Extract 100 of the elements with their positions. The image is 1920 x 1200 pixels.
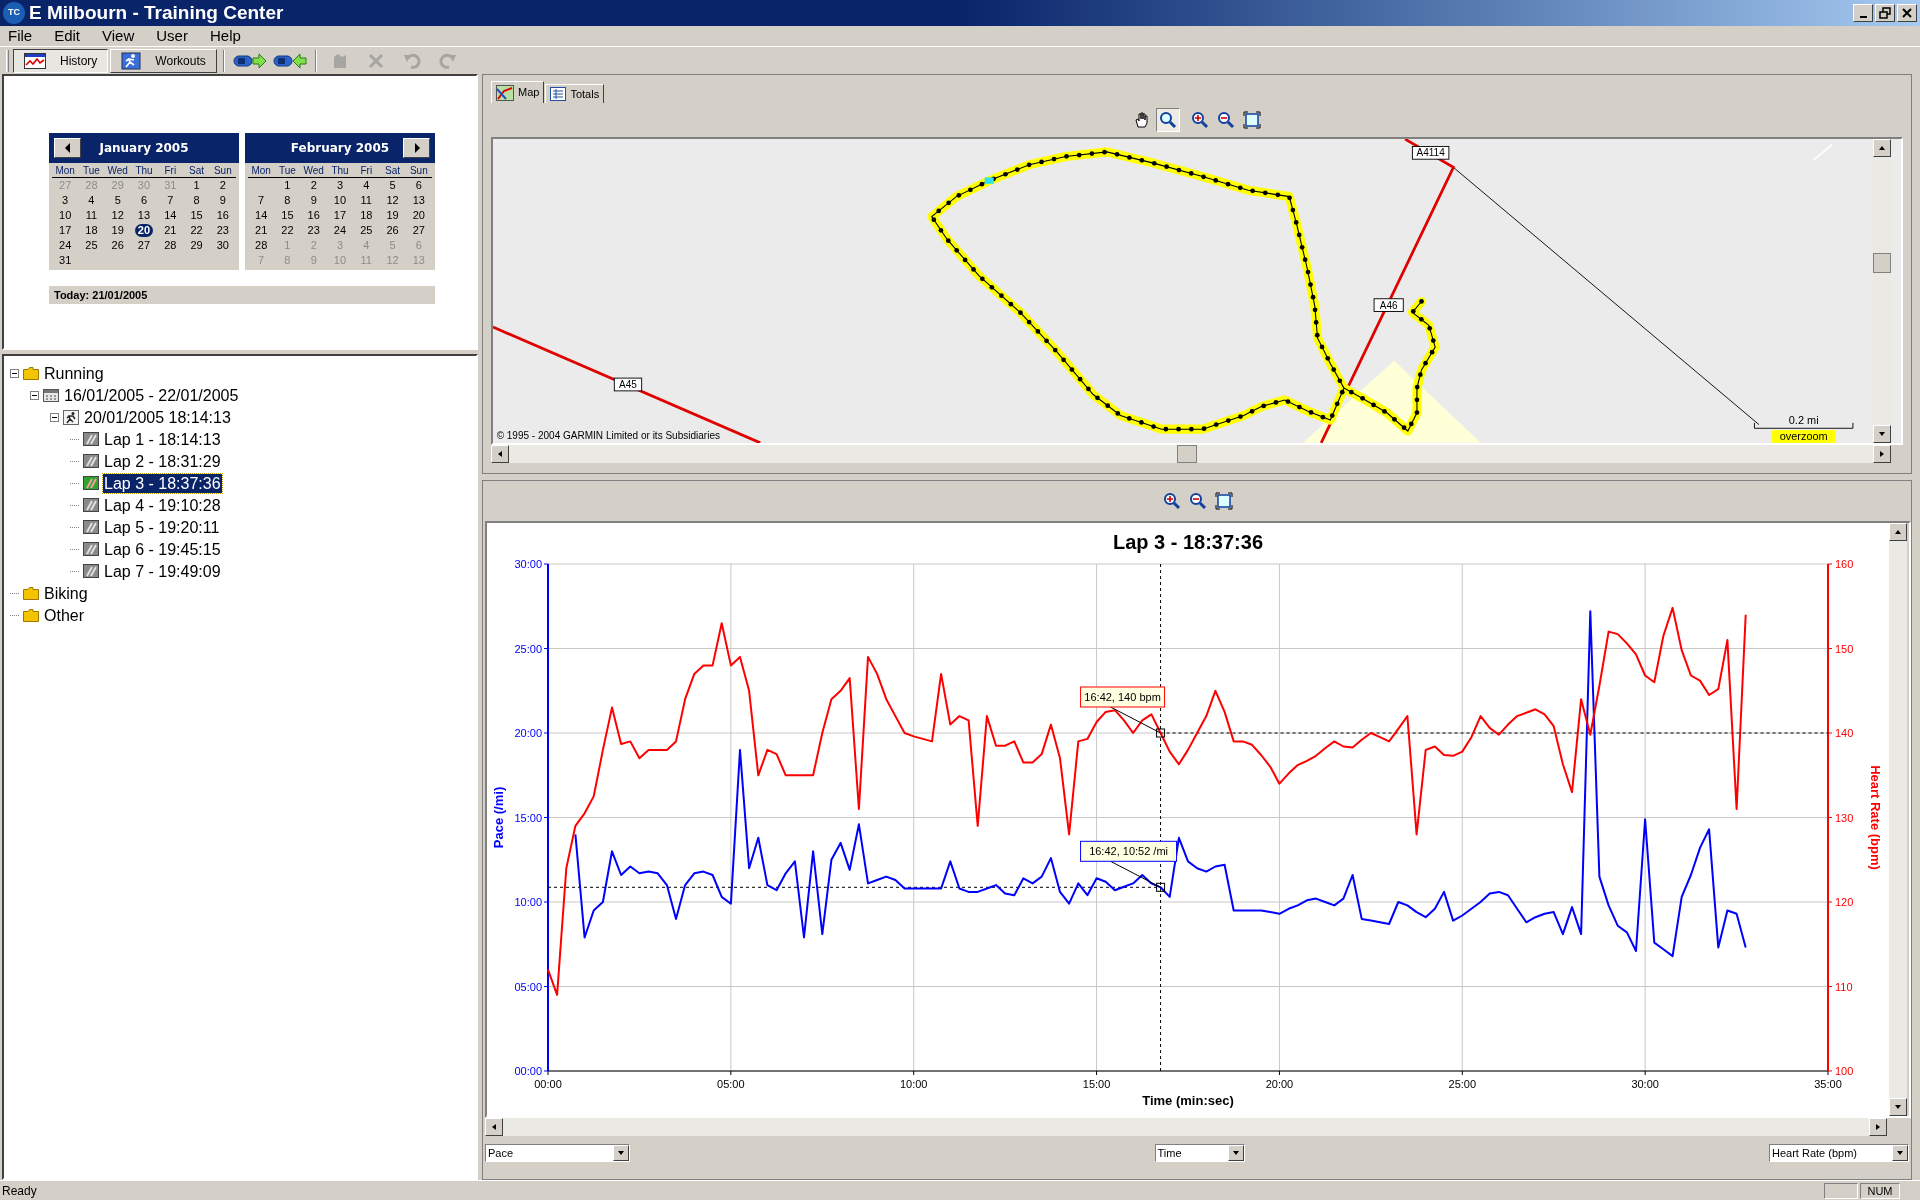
calendar-day[interactable]: 13	[405, 193, 432, 208]
calendar-day[interactable]: 25	[78, 238, 105, 253]
minimize-button[interactable]	[1853, 4, 1873, 22]
calendar-day[interactable]: 10	[52, 208, 79, 223]
calendar-day[interactable]: 13	[130, 208, 158, 223]
calendar-day[interactable]: 12	[379, 193, 406, 208]
collapse-toggle[interactable]	[30, 390, 39, 400]
tree-item[interactable]: Lap 2 - 18:31:29	[103, 451, 222, 471]
tree-item[interactable]: Lap 7 - 19:49:09	[103, 561, 222, 581]
calendar-day[interactable]: 28	[157, 238, 184, 253]
close-button[interactable]	[1897, 4, 1917, 22]
calendar-day[interactable]: 18	[78, 223, 105, 238]
calendar-day[interactable]: 3	[52, 193, 79, 208]
calendar-day[interactable]: 7	[157, 193, 184, 208]
scroll-left-button[interactable]	[491, 445, 509, 463]
calendar-day[interactable]: 25	[353, 223, 380, 238]
tree-item[interactable]: Lap 1 - 18:14:13	[103, 429, 222, 449]
calendar-day[interactable]: 17	[326, 208, 354, 223]
tab[interactable]: Totals	[545, 84, 605, 103]
calendar-day[interactable]: 8	[274, 193, 301, 208]
next-month-button[interactable]	[403, 138, 430, 158]
dropdown[interactable]: Pace	[485, 1144, 630, 1162]
calendar-day[interactable]: 29	[183, 238, 210, 253]
calendar-day[interactable]: 24	[326, 223, 354, 238]
calendar-day[interactable]: 19	[379, 208, 406, 223]
calendar-day[interactable]: 20	[405, 208, 432, 223]
calendar-day[interactable]: 5	[104, 193, 131, 208]
calendar-day[interactable]: 14	[248, 208, 275, 223]
vertical-scrollbar[interactable]	[1873, 139, 1891, 443]
scroll-right-button[interactable]	[1873, 445, 1891, 463]
calendar-day[interactable]: 1	[183, 178, 210, 193]
calendar-day[interactable]: 23	[209, 223, 236, 238]
restore-button[interactable]	[1875, 4, 1895, 22]
today-label[interactable]: Today: 21/01/2005	[49, 286, 435, 304]
calendar-day[interactable]: 22	[183, 223, 210, 238]
scroll-up-button[interactable]	[1873, 139, 1891, 157]
calendar-day[interactable]: 1	[274, 178, 301, 193]
calendar-day[interactable]: 16	[300, 208, 327, 223]
calendar-day[interactable]: 4	[353, 178, 380, 193]
scroll-down-button[interactable]	[1889, 1098, 1907, 1116]
horizontal-scrollbar[interactable]	[491, 445, 1891, 463]
calendar-day[interactable]: 22	[274, 223, 301, 238]
fit-button[interactable]	[1212, 489, 1236, 513]
calendar-day[interactable]: 18	[353, 208, 380, 223]
calendar-day[interactable]: 16	[209, 208, 236, 223]
vertical-scrollbar[interactable]	[1889, 523, 1907, 1116]
menu-item[interactable]: View	[102, 24, 135, 48]
calendar-day[interactable]: 19	[104, 223, 131, 238]
tree-item[interactable]: Lap 3 - 18:37:36	[103, 473, 222, 493]
tree-item[interactable]: Running	[43, 363, 105, 383]
calendar-day[interactable]: 21	[157, 223, 184, 238]
calendar-day[interactable]: 11	[353, 193, 380, 208]
collapse-toggle[interactable]	[50, 412, 59, 422]
calendar-day[interactable]: 9	[300, 193, 327, 208]
tree-item[interactable]: Lap 4 - 19:10:28	[103, 495, 222, 515]
calendar-day[interactable]: 26	[379, 223, 406, 238]
tab[interactable]: Map	[491, 81, 545, 103]
calendar-day[interactable]: 12	[104, 208, 131, 223]
scroll-left-button[interactable]	[485, 1118, 503, 1136]
calendar-day[interactable]: 26	[104, 238, 131, 253]
calendar-day[interactable]: 8	[183, 193, 210, 208]
calendar-day[interactable]: 24	[52, 238, 79, 253]
calendar-day[interactable]: 31	[52, 253, 79, 268]
calendar-day[interactable]: 27	[405, 223, 432, 238]
calendar-day[interactable]: 7	[248, 193, 275, 208]
dropdown[interactable]: Heart Rate (bpm)	[1769, 1144, 1909, 1162]
calendar-day[interactable]: 17	[52, 223, 79, 238]
tree-item[interactable]: Biking	[43, 583, 89, 603]
tree-item[interactable]: Lap 6 - 19:45:15	[103, 539, 222, 559]
dropdown[interactable]: Time	[1154, 1144, 1245, 1162]
menu-item[interactable]: File	[8, 24, 33, 48]
calendar-day[interactable]: 4	[78, 193, 105, 208]
calendar-day[interactable]: 10	[326, 193, 354, 208]
menu-item[interactable]: User	[156, 24, 188, 48]
tree-item[interactable]: 16/01/2005 - 22/01/2005	[63, 385, 240, 405]
previous-month-button[interactable]	[54, 138, 81, 158]
calendar-day[interactable]: 2	[209, 178, 236, 193]
history-button[interactable]: History	[13, 48, 109, 73]
scroll-thumb[interactable]	[1873, 253, 1891, 273]
calendar-day[interactable]: 27	[130, 238, 158, 253]
workouts-button[interactable]: Workouts	[110, 48, 217, 73]
calendar-day[interactable]: 5	[379, 178, 406, 193]
scroll-right-button[interactable]	[1869, 1118, 1887, 1136]
calendar-day[interactable]: 6	[405, 178, 432, 193]
calendar-day[interactable]: 2	[300, 178, 327, 193]
calendar-day[interactable]: 21	[248, 223, 275, 238]
scroll-up-button[interactable]	[1889, 523, 1907, 541]
calendar-day[interactable]: 15	[274, 208, 301, 223]
calendar-day[interactable]: 11	[78, 208, 105, 223]
tree-item[interactable]: Lap 5 - 19:20:11	[103, 517, 221, 537]
horizontal-scrollbar[interactable]	[485, 1118, 1887, 1136]
scroll-thumb[interactable]	[1177, 445, 1197, 463]
tree-item[interactable]: Other	[43, 605, 85, 625]
scroll-down-button[interactable]	[1873, 425, 1891, 443]
calendar-day[interactable]: 14	[157, 208, 184, 223]
calendar-day[interactable]: 30	[209, 238, 236, 253]
calendar-day[interactable]: 23	[300, 223, 327, 238]
tree-item[interactable]: 20/01/2005 18:14:13	[83, 407, 232, 427]
calendar-day[interactable]: 15	[183, 208, 210, 223]
calendar-day[interactable]: 9	[209, 193, 236, 208]
